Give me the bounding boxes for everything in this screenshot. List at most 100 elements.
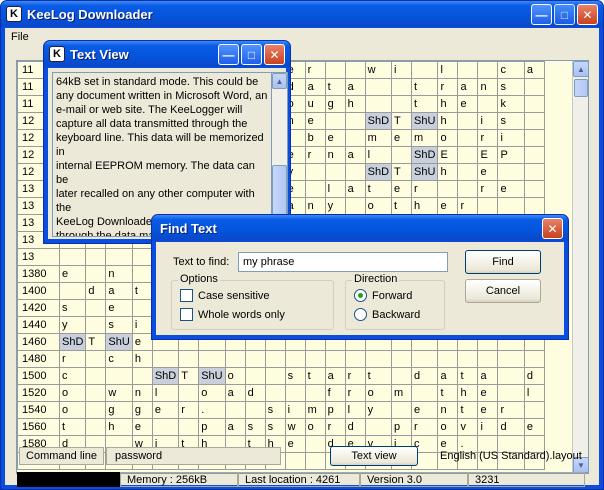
grid-cell[interactable]: l xyxy=(364,146,393,164)
grid-scroll-thumb[interactable] xyxy=(574,79,588,97)
grid-cell[interactable] xyxy=(178,384,200,402)
grid-cell[interactable]: i xyxy=(497,129,525,147)
grid-cell[interactable] xyxy=(85,418,107,436)
grid-cell[interactable]: t xyxy=(58,418,87,436)
grid-cell[interactable] xyxy=(304,350,326,368)
grid-cell[interactable] xyxy=(324,112,346,130)
grid-cell[interactable] xyxy=(105,248,133,266)
grid-cell[interactable] xyxy=(85,265,107,283)
grid-cell[interactable]: ShD xyxy=(364,112,393,130)
grid-cell[interactable] xyxy=(151,418,180,436)
grid-cell[interactable] xyxy=(497,197,525,215)
grid-cell[interactable] xyxy=(85,248,107,266)
grid-cell[interactable]: r xyxy=(477,180,499,198)
grid-cell[interactable]: t xyxy=(437,384,459,402)
grid-cell[interactable]: E xyxy=(437,146,459,164)
grid-cell[interactable] xyxy=(523,350,545,368)
grid-cell[interactable]: d xyxy=(411,367,439,385)
scroll-up-icon[interactable]: ▲ xyxy=(272,73,287,89)
maximize-icon[interactable]: □ xyxy=(241,44,262,65)
grid-cell[interactable]: e xyxy=(497,180,525,198)
grid-cell[interactable] xyxy=(523,129,545,147)
grid-cell[interactable]: ShD xyxy=(58,333,87,351)
grid-cell[interactable] xyxy=(151,350,180,368)
grid-cell[interactable] xyxy=(457,180,479,198)
grid-cell[interactable]: w xyxy=(284,418,306,436)
grid-cell[interactable]: l xyxy=(523,384,545,402)
grid-cell[interactable] xyxy=(523,78,545,96)
grid-cell[interactable]: l xyxy=(324,180,346,198)
grid-cell[interactable] xyxy=(523,146,545,164)
grid-cell[interactable]: E xyxy=(477,146,499,164)
grid-cell[interactable] xyxy=(344,197,366,215)
grid-cell[interactable] xyxy=(324,61,346,79)
forward-radio-circle[interactable] xyxy=(354,289,367,302)
grid-cell[interactable] xyxy=(477,350,499,368)
grid-cell[interactable]: r xyxy=(344,367,366,385)
grid-cell[interactable]: a xyxy=(224,418,246,436)
grid-cell[interactable]: t xyxy=(411,78,439,96)
grid-cell[interactable]: o xyxy=(437,129,459,147)
grid-cell[interactable]: t xyxy=(457,367,479,385)
grid-cell[interactable] xyxy=(457,61,479,79)
grid-cell[interactable]: h xyxy=(437,163,459,181)
minimize-icon[interactable]: — xyxy=(218,44,239,65)
grid-cell[interactable]: m xyxy=(364,129,393,147)
grid-cell[interactable] xyxy=(497,350,525,368)
grid-cell[interactable]: m xyxy=(304,401,326,419)
grid-cell[interactable] xyxy=(477,61,499,79)
grid-cell[interactable]: e xyxy=(523,418,545,436)
text-view-title-bar[interactable]: K Text View — □ ✕ xyxy=(44,41,290,67)
text-view-button[interactable]: Text view xyxy=(330,446,418,466)
grid-cell[interactable]: o xyxy=(364,197,393,215)
grid-cell[interactable]: h xyxy=(344,95,366,113)
grid-cell[interactable] xyxy=(131,265,153,283)
grid-cell[interactable]: w xyxy=(364,61,393,79)
grid-cell[interactable] xyxy=(523,197,545,215)
grid-cell[interactable]: o xyxy=(304,418,326,436)
grid-cell[interactable] xyxy=(224,350,246,368)
grid-cell[interactable] xyxy=(85,316,107,334)
grid-cell[interactable] xyxy=(344,350,366,368)
grid-cell[interactable]: ShU xyxy=(411,163,439,181)
grid-cell[interactable] xyxy=(457,350,479,368)
grid-cell[interactable]: w xyxy=(105,384,133,402)
grid-cell[interactable]: t xyxy=(304,367,326,385)
grid-cell[interactable]: n xyxy=(131,384,153,402)
grid-cell[interactable] xyxy=(391,78,413,96)
grid-cell[interactable]: t xyxy=(131,282,153,300)
grid-cell[interactable]: ShU xyxy=(411,112,439,130)
grid-cell[interactable] xyxy=(411,350,439,368)
grid-cell[interactable]: r xyxy=(477,129,499,147)
case-sensitive-box[interactable] xyxy=(180,289,193,302)
grid-cell[interactable]: h xyxy=(457,384,479,402)
grid-cell[interactable] xyxy=(58,248,87,266)
grid-cell[interactable]: y xyxy=(364,401,393,419)
minimize-icon[interactable]: — xyxy=(531,4,552,25)
grid-cell[interactable]: e xyxy=(411,401,439,419)
forward-radio[interactable]: Forward xyxy=(354,289,412,302)
grid-cell[interactable]: t xyxy=(364,180,393,198)
command-line-input[interactable]: password xyxy=(106,447,281,465)
grid-cell[interactable]: a xyxy=(344,78,366,96)
grid-cell[interactable]: g xyxy=(324,95,346,113)
case-sensitive-checkbox[interactable]: Case sensitive xyxy=(180,289,270,302)
grid-cell[interactable] xyxy=(264,367,286,385)
grid-cell[interactable] xyxy=(244,367,266,385)
grid-cell[interactable]: r xyxy=(304,61,326,79)
grid-cell[interactable] xyxy=(304,180,326,198)
grid-cell[interactable]: s xyxy=(58,299,87,317)
grid-cell[interactable]: h xyxy=(131,350,153,368)
grid-cell[interactable] xyxy=(85,384,107,402)
grid-cell[interactable]: r xyxy=(344,384,366,402)
grid-cell[interactable]: n xyxy=(105,265,133,283)
grid-cell[interactable] xyxy=(523,401,545,419)
grid-cell[interactable] xyxy=(457,129,479,147)
find-button[interactable]: Find xyxy=(465,250,541,274)
grid-cell[interactable]: e xyxy=(457,95,479,113)
grid-cell[interactable]: e xyxy=(477,163,499,181)
grid-cell[interactable] xyxy=(497,384,525,402)
grid-cell[interactable] xyxy=(304,163,326,181)
grid-cell[interactable]: p xyxy=(324,401,346,419)
menu-file[interactable]: File xyxy=(8,31,32,43)
